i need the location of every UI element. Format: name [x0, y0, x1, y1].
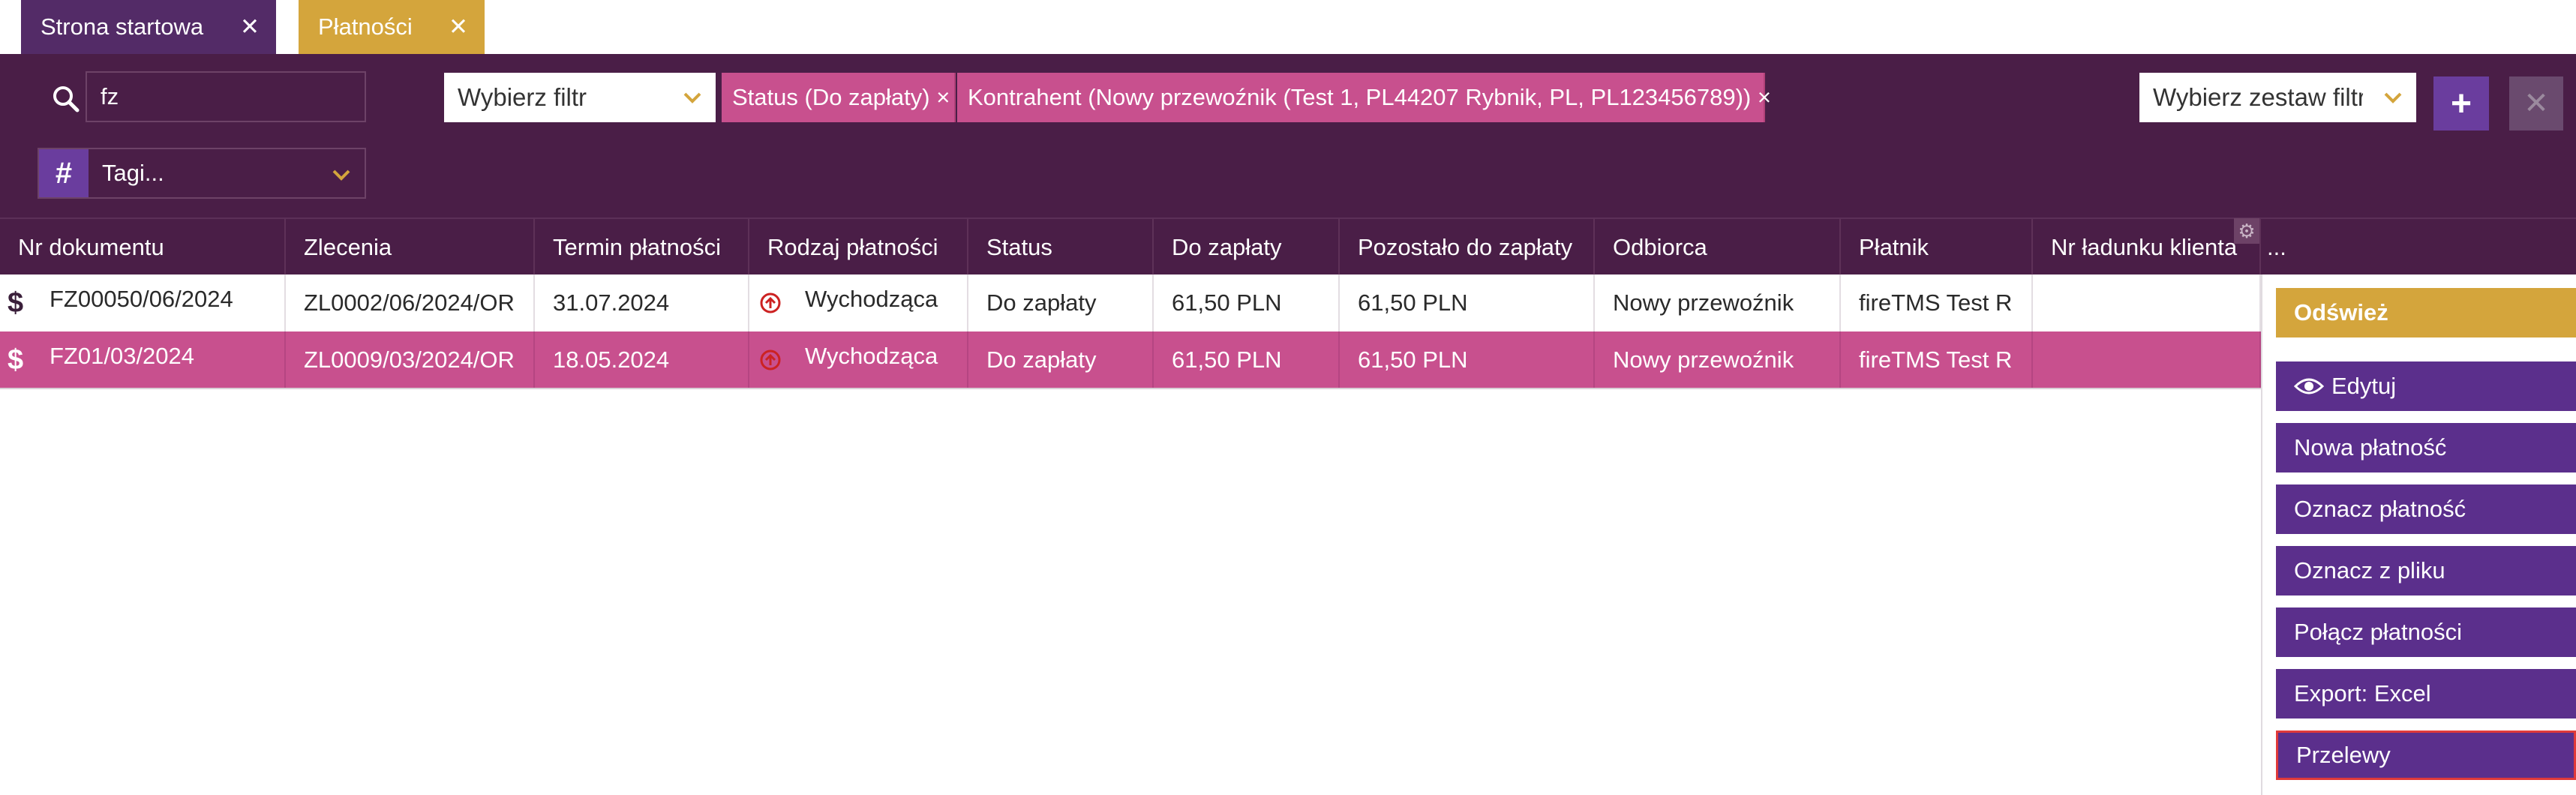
- payment-type-label: Wychodząca: [805, 286, 938, 312]
- tags-select-label: Tagi...: [102, 160, 164, 186]
- tags-select[interactable]: # Tagi...: [38, 148, 366, 199]
- transfers-button[interactable]: Przelewy: [2276, 730, 2576, 780]
- doc-number[interactable]: FZ00050/06/2024: [50, 274, 233, 324]
- merge-payments-button[interactable]: Połącz płatności: [2276, 608, 2576, 657]
- payment-type-cell: Wychodząca: [749, 274, 968, 332]
- chevron-down-icon: [683, 92, 701, 104]
- outgoing-arrow-icon: [760, 292, 781, 314]
- export-excel-button-label: Export: Excel: [2294, 680, 2431, 706]
- recipient-cell: Nowy przewoźnik: [1595, 274, 1841, 332]
- table-row-selected[interactable]: $ FZ01/03/2024 ZL0009/03/2024/OR 18.05.2…: [0, 332, 2261, 388]
- filter-chip-status-label: Status (Do zapłaty) ×: [732, 84, 950, 110]
- add-filter-button[interactable]: +: [2433, 76, 2489, 130]
- amount-cell: 61,50 PLN: [1154, 274, 1340, 332]
- column-header[interactable]: Pozostało do zapłaty: [1340, 219, 1595, 276]
- column-header[interactable]: Nr ładunku klienta: [2033, 219, 2261, 276]
- tab-payments-label: Płatności: [318, 14, 413, 40]
- outgoing-arrow-icon: [760, 350, 781, 370]
- status-cell: Do zapłaty: [968, 274, 1154, 332]
- due-date-cell: 31.07.2024: [535, 274, 749, 332]
- dollar-icon: $: [8, 344, 24, 376]
- doc-cell: $ FZ01/03/2024: [0, 332, 286, 388]
- payer-cell: fireTMS Test R: [1841, 332, 2033, 388]
- export-excel-button[interactable]: Export: Excel: [2276, 669, 2576, 718]
- mark-from-file-button-label: Oznacz z pliku: [2294, 557, 2445, 584]
- column-header[interactable]: Status: [968, 219, 1154, 276]
- order-cell: ZL0009/03/2024/OR: [286, 332, 535, 388]
- recipient-cell: Nowy przewoźnik: [1595, 332, 1841, 388]
- column-header-more[interactable]: ...: [2261, 219, 2576, 276]
- payment-type-cell: Wychodząca: [749, 332, 968, 388]
- table-row[interactable]: $ FZ00050/06/2024 ZL0002/06/2024/OR 31.0…: [0, 274, 2261, 332]
- remaining-cell: 61,50 PLN: [1340, 332, 1595, 388]
- filter-chip-status[interactable]: Status (Do zapłaty) ×: [722, 73, 956, 122]
- transfers-button-label: Przelewy: [2296, 742, 2391, 768]
- column-header[interactable]: Rodzaj płatności: [749, 219, 968, 276]
- refresh-button[interactable]: Odśwież: [2276, 288, 2576, 338]
- cargo-cell: [2033, 274, 2261, 332]
- table-header: Nr dokumentu Zlecenia Termin płatności R…: [0, 218, 2576, 276]
- search-input-value: fz: [101, 83, 119, 110]
- eye-icon: [2294, 378, 2324, 394]
- refresh-button-label: Odśwież: [2294, 299, 2388, 326]
- close-icon[interactable]: ✕: [449, 0, 468, 54]
- gear-icon[interactable]: ⚙: [2234, 218, 2259, 244]
- column-header[interactable]: Płatnik: [1841, 219, 2033, 276]
- cargo-cell: [2033, 332, 2261, 388]
- remaining-cell: 61,50 PLN: [1340, 274, 1595, 332]
- column-header[interactable]: Nr dokumentu: [0, 219, 286, 276]
- column-header[interactable]: Termin płatności: [535, 219, 749, 276]
- order-cell: ZL0002/06/2024/OR: [286, 274, 535, 332]
- hash-icon: #: [39, 149, 89, 197]
- payment-type-label: Wychodząca: [805, 343, 938, 369]
- doc-cell: $ FZ00050/06/2024: [0, 274, 286, 332]
- new-payment-button[interactable]: Nowa płatność: [2276, 423, 2576, 472]
- search-input[interactable]: fz: [86, 71, 366, 122]
- merge-payments-button-label: Połącz płatności: [2294, 619, 2463, 645]
- search-icon: [53, 86, 80, 112]
- filter-set-select-label: Wybierz zestaw filtrów: [2153, 83, 2363, 111]
- new-payment-button-label: Nowa płatność: [2294, 434, 2447, 460]
- column-header[interactable]: Zlecenia: [286, 219, 535, 276]
- chevron-down-icon: [2384, 92, 2402, 104]
- edit-button-label: Edytuj: [2331, 373, 2397, 399]
- doc-number[interactable]: FZ01/03/2024: [50, 332, 194, 381]
- filter-select[interactable]: Wybierz filtr: [444, 73, 716, 122]
- status-cell: Do zapłaty: [968, 332, 1154, 388]
- column-header[interactable]: Do zapłaty: [1154, 219, 1340, 276]
- row-divider: [0, 388, 2261, 389]
- tab-home[interactable]: Strona startowa ✕: [21, 0, 276, 54]
- close-icon[interactable]: ✕: [240, 0, 260, 54]
- column-header[interactable]: Odbiorca: [1595, 219, 1841, 276]
- mark-payment-button-label: Oznacz płatność: [2294, 496, 2466, 522]
- chevron-down-icon: [332, 170, 350, 181]
- filter-chip-contractor[interactable]: Kontrahent (Nowy przewoźnik (Test 1, PL4…: [957, 73, 1771, 122]
- payer-cell: fireTMS Test R: [1841, 274, 2033, 332]
- clear-filters-button[interactable]: ✕: [2509, 76, 2563, 130]
- filter-select-label: Wybierz filtr: [458, 83, 587, 111]
- dollar-icon: $: [8, 286, 24, 319]
- tab-home-label: Strona startowa: [41, 14, 204, 40]
- mark-from-file-button[interactable]: Oznacz z pliku: [2276, 546, 2576, 596]
- mark-payment-button[interactable]: Oznacz płatność: [2276, 484, 2576, 534]
- filter-set-select[interactable]: Wybierz zestaw filtrów: [2139, 73, 2416, 122]
- edit-button[interactable]: Edytuj: [2276, 362, 2576, 411]
- due-date-cell: 18.05.2024: [535, 332, 749, 388]
- tab-payments[interactable]: Płatności ✕: [299, 0, 485, 54]
- filter-chip-contractor-label: Kontrahent (Nowy przewoźnik (Test 1, PL4…: [968, 84, 1771, 110]
- amount-cell: 61,50 PLN: [1154, 332, 1340, 388]
